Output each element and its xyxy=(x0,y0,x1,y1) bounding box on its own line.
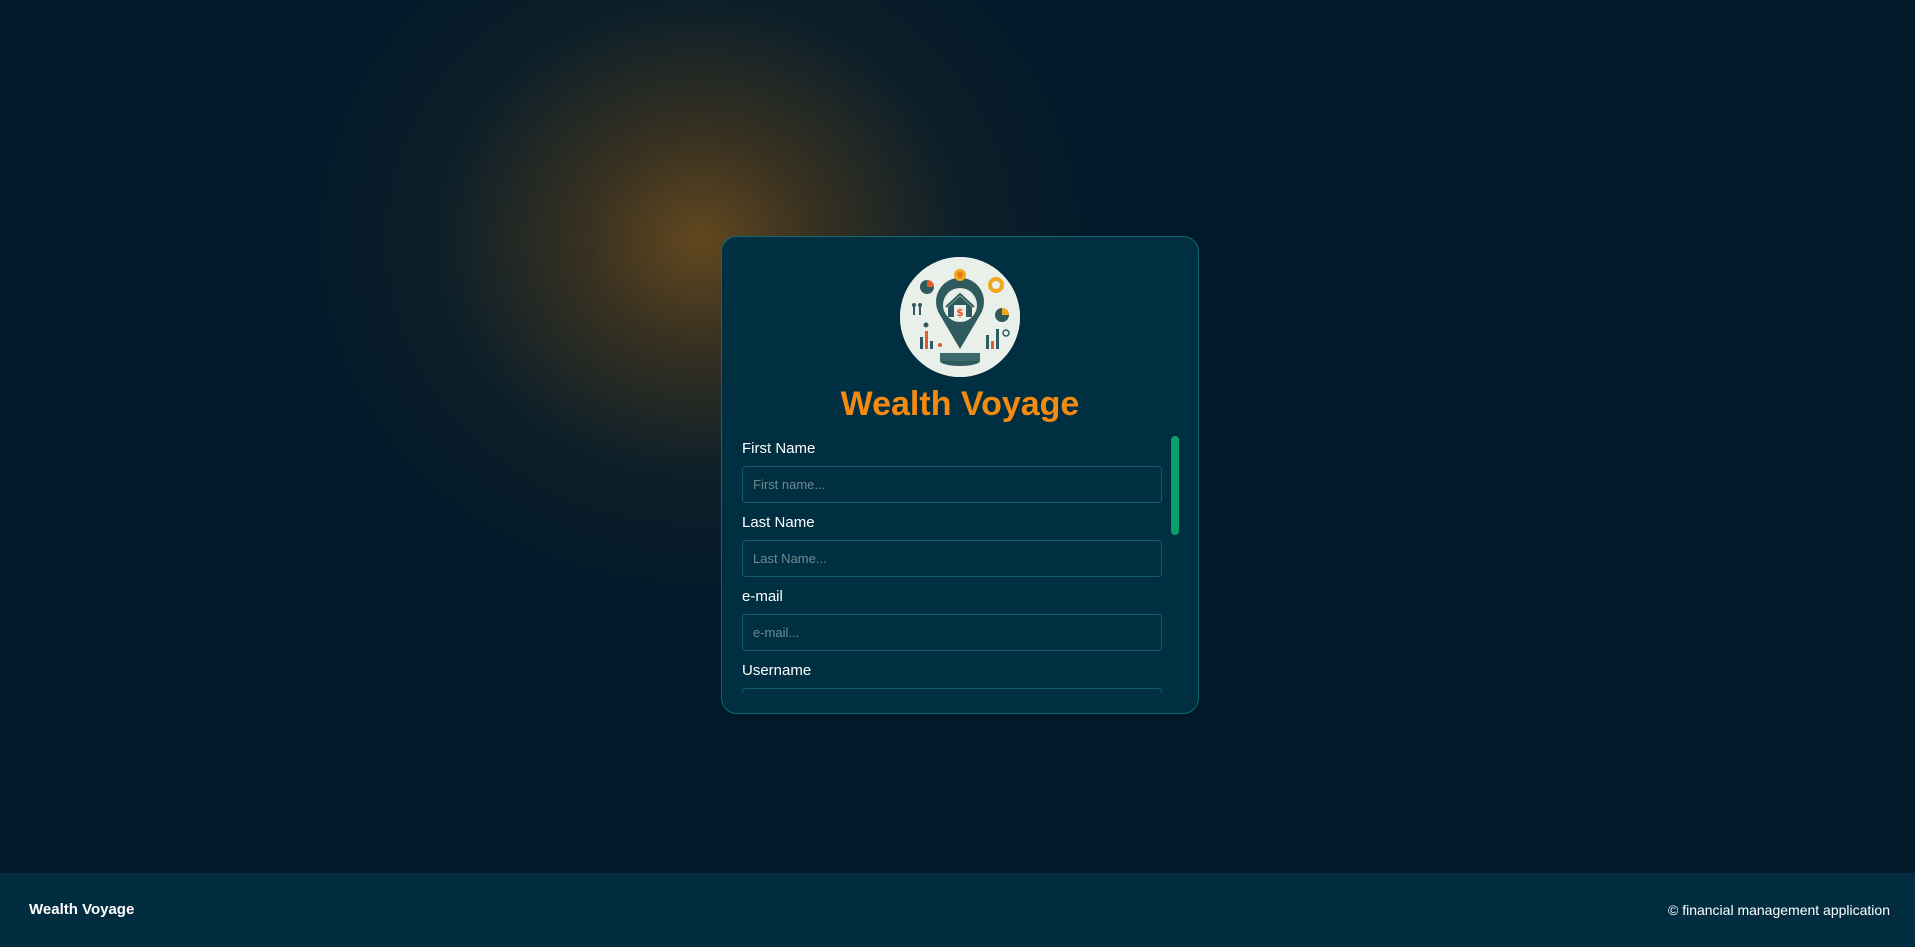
footer-brand: Wealth Voyage xyxy=(29,901,135,918)
svg-text:$: $ xyxy=(956,306,964,319)
last-name-input[interactable] xyxy=(742,540,1162,577)
first-name-label: First Name xyxy=(742,440,816,457)
footer-copyright: © financial management application xyxy=(1667,902,1890,918)
last-name-label: Last Name xyxy=(742,514,815,531)
form-scrollbar-thumb[interactable] xyxy=(1171,436,1179,535)
card-title: Wealth Voyage xyxy=(840,385,1080,423)
financial-house-pin-logo-icon: $ xyxy=(900,257,1020,377)
app-logo: $ xyxy=(900,257,1020,377)
signup-form[interactable]: First Name Last Name e-mail Username xyxy=(742,436,1174,693)
email-label: e-mail xyxy=(742,588,783,605)
username-input[interactable] xyxy=(742,688,1162,693)
username-label: Username xyxy=(742,662,812,679)
signup-card: $ Wealth Voyage First Name First name...… xyxy=(721,236,1199,714)
form-scrollbar[interactable] xyxy=(1171,436,1179,693)
first-name-input[interactable] xyxy=(742,466,1162,503)
footer: Wealth Voyage © financial management app… xyxy=(0,873,1915,947)
email-input[interactable] xyxy=(742,614,1162,651)
